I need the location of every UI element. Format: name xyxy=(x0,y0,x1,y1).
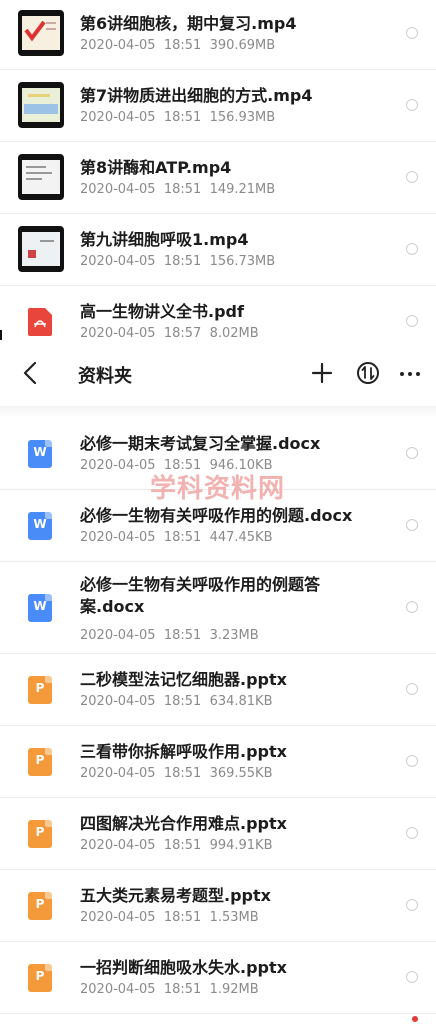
header-shadow xyxy=(0,406,436,418)
file-name: 必修一生物有关呼吸作用的例题答案.docx xyxy=(80,575,321,616)
file-name: 二秒模型法记忆细胞器.pptx xyxy=(80,670,287,689)
video-thumbnail xyxy=(18,10,64,56)
file-meta: 2020-04-05 18:57 8.02MB xyxy=(80,326,259,341)
file-name: 一招判断细胞吸水失水.pptx xyxy=(80,958,287,977)
select-radio[interactable] xyxy=(406,243,418,255)
select-radio[interactable] xyxy=(406,971,418,983)
pdf-file-icon xyxy=(28,308,52,336)
file-meta: 2020-04-05 18:51 156.73MB xyxy=(80,254,276,269)
file-row[interactable]: P 五大类元素易考题型.pptx 2020-04-05 18:51 1.53MB xyxy=(0,870,436,942)
file-name: 第7讲物质进出细胞的方式.mp4 xyxy=(80,86,313,105)
file-name: 三看带你拆解呼吸作用.pptx xyxy=(80,742,287,761)
file-meta: 2020-04-05 18:51 149.21MB xyxy=(80,182,276,197)
file-meta: 2020-04-05 18:51 1.53MB xyxy=(80,910,259,925)
notification-dot xyxy=(412,1016,418,1022)
select-radio[interactable] xyxy=(406,755,418,767)
plus-icon xyxy=(311,362,333,384)
file-row[interactable]: 第6讲细胞核，期中复习.mp4 2020-04-05 18:51 390.69M… xyxy=(0,0,436,70)
back-button[interactable] xyxy=(18,360,44,386)
file-list: W 必修一期末考试复习全掌握.docx 2020-04-05 18:51 946… xyxy=(0,418,436,1014)
file-name: 第九讲细胞呼吸1.mp4 xyxy=(80,230,249,249)
word-file-icon: W xyxy=(28,512,52,540)
select-radio[interactable] xyxy=(406,899,418,911)
file-row[interactable]: 第8讲酶和ATP.mp4 2020-04-05 18:51 149.21MB xyxy=(0,142,436,214)
page-title: 资料夹 xyxy=(78,366,132,387)
file-meta: 2020-04-05 18:51 447.45KB xyxy=(80,530,273,545)
file-name: 必修一期末考试复习全掌握.docx xyxy=(80,434,321,453)
video-thumbnail xyxy=(18,154,64,200)
select-radio[interactable] xyxy=(406,519,418,531)
video-thumbnail xyxy=(18,226,64,272)
word-file-icon: W xyxy=(28,594,52,622)
chevron-left-icon xyxy=(23,361,37,385)
file-row[interactable]: 第7讲物质进出细胞的方式.mp4 2020-04-05 18:51 156.93… xyxy=(0,70,436,142)
file-meta: 2020-04-05 18:51 390.69MB xyxy=(80,38,276,53)
file-row[interactable]: W 必修一生物有关呼吸作用的例题答案.docx 2020-04-05 18:51… xyxy=(0,562,436,654)
file-row[interactable]: 第九讲细胞呼吸1.mp4 2020-04-05 18:51 156.73MB xyxy=(0,214,436,286)
select-radio[interactable] xyxy=(406,683,418,695)
word-file-icon: W xyxy=(28,440,52,468)
select-radio[interactable] xyxy=(406,171,418,183)
file-name: 第8讲酶和ATP.mp4 xyxy=(80,158,232,177)
select-radio[interactable] xyxy=(406,27,418,39)
file-meta: 2020-04-05 18:51 369.55KB xyxy=(80,766,273,781)
file-row[interactable]: P 一招判断细胞吸水失水.pptx 2020-04-05 18:51 1.92M… xyxy=(0,942,436,1014)
file-name: 高一生物讲义全书.pdf xyxy=(80,302,244,321)
watermark: 学科资料网 xyxy=(150,474,286,504)
file-meta: 2020-04-05 18:51 994.91KB xyxy=(80,838,273,853)
file-meta: 2020-04-05 18:51 3.23MB xyxy=(80,628,259,643)
select-radio[interactable] xyxy=(406,601,418,613)
file-name: 必修一生物有关呼吸作用的例题.docx xyxy=(80,506,353,525)
file-name: 五大类元素易考题型.pptx xyxy=(80,886,271,905)
video-thumbnail xyxy=(18,82,64,128)
ppt-file-icon: P xyxy=(28,964,52,992)
ppt-file-icon: P xyxy=(28,892,52,920)
ppt-file-icon: P xyxy=(28,748,52,776)
ppt-file-icon: P xyxy=(28,820,52,848)
more-icon xyxy=(400,372,420,376)
sort-button[interactable] xyxy=(356,361,380,385)
select-radio[interactable] xyxy=(406,447,418,459)
ppt-file-icon: P xyxy=(28,676,52,704)
select-radio[interactable] xyxy=(406,827,418,839)
file-row[interactable]: P 二秒模型法记忆细胞器.pptx 2020-04-05 18:51 634.8… xyxy=(0,654,436,726)
file-name: 四图解决光合作用难点.pptx xyxy=(80,814,287,833)
file-row[interactable]: P 三看带你拆解呼吸作用.pptx 2020-04-05 18:51 369.5… xyxy=(0,726,436,798)
folder-header: 资料夹 xyxy=(0,340,436,407)
file-meta: 2020-04-05 18:51 1.92MB xyxy=(80,982,259,997)
file-name: 第6讲细胞核，期中复习.mp4 xyxy=(80,14,297,33)
add-button[interactable] xyxy=(310,361,334,385)
top-file-list: 第6讲细胞核，期中复习.mp4 2020-04-05 18:51 390.69M… xyxy=(0,0,436,358)
more-button[interactable] xyxy=(398,362,422,386)
file-meta: 2020-04-05 18:51 156.93MB xyxy=(80,110,276,125)
select-radio[interactable] xyxy=(406,315,418,327)
file-meta: 2020-04-05 18:51 634.81KB xyxy=(80,694,273,709)
sort-icon xyxy=(357,362,379,384)
select-radio[interactable] xyxy=(406,99,418,111)
file-row[interactable]: P 四图解决光合作用难点.pptx 2020-04-05 18:51 994.9… xyxy=(0,798,436,870)
